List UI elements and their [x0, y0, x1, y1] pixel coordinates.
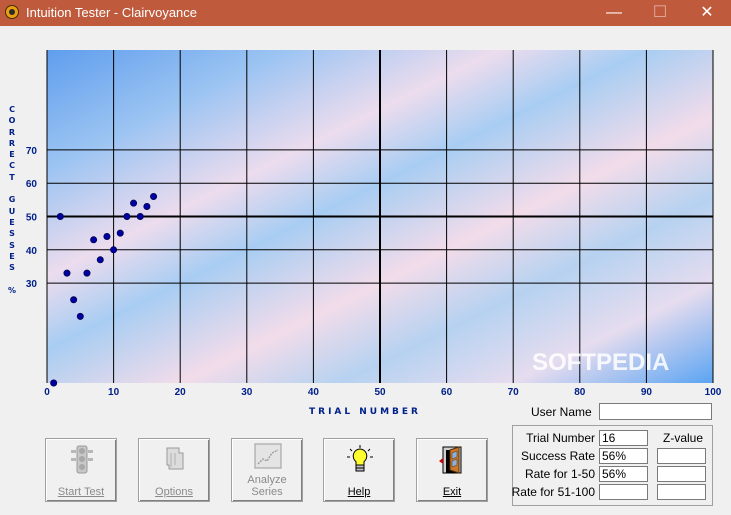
- minimize-button[interactable]: —: [591, 0, 637, 26]
- window-title: Intuition Tester - Clairvoyance: [26, 5, 198, 20]
- data-point: [90, 236, 98, 244]
- x-tick-label: 70: [508, 387, 520, 398]
- exit-label: Exit: [442, 486, 462, 498]
- z-value-header: Z-value: [663, 431, 704, 445]
- analyze-series-label: Analyze Series: [247, 474, 287, 498]
- data-point: [150, 193, 158, 201]
- data-point: [136, 213, 144, 221]
- data-point: [123, 213, 131, 221]
- watermark: SOFTPEDIA: [532, 349, 669, 376]
- lightbulb-icon: [347, 445, 373, 472]
- data-point: [76, 312, 84, 320]
- data-point: [83, 269, 91, 277]
- x-tick-label: 30: [241, 387, 253, 398]
- close-button[interactable]: ✕: [684, 0, 730, 26]
- y-tick-label: 70: [26, 146, 38, 157]
- rate-51-100-field: [599, 484, 648, 500]
- traffic-light-icon: [71, 445, 93, 474]
- trial-number-label: Trial Number: [526, 431, 595, 445]
- x-tick-label: 40: [308, 387, 320, 398]
- title-bar: Intuition Tester - Clairvoyance — ☐ ✕: [0, 0, 731, 26]
- x-tick-label: 100: [705, 387, 722, 398]
- success-rate-label: Success Rate: [520, 449, 595, 463]
- data-point: [56, 213, 64, 221]
- start-test-button[interactable]: Start Test: [45, 438, 117, 502]
- data-point: [103, 232, 111, 240]
- x-tick-label: 90: [641, 387, 653, 398]
- options-button[interactable]: Options: [138, 438, 210, 502]
- analyze-series-button[interactable]: Analyze Series: [231, 438, 303, 502]
- data-point: [70, 296, 78, 304]
- y-tick-label: 50: [26, 213, 38, 224]
- options-label: Options: [155, 486, 193, 498]
- exit-button[interactable]: Exit: [416, 438, 488, 502]
- data-point: [96, 256, 104, 264]
- x-tick-label: 20: [175, 387, 187, 398]
- x-tick-label: 10: [108, 387, 120, 398]
- y-tick-label: 60: [26, 179, 38, 190]
- user-name-label: User Name: [531, 405, 592, 419]
- trial-number-field: 16: [599, 430, 648, 446]
- user-name-input[interactable]: [599, 403, 712, 420]
- help-button[interactable]: Help: [323, 438, 395, 502]
- data-point: [110, 246, 118, 254]
- x-tick-label: 80: [574, 387, 586, 398]
- rate-1-50-field: 56%: [599, 466, 648, 482]
- start-test-label: Start Test: [57, 486, 105, 498]
- app-icon: [5, 5, 19, 19]
- data-point: [50, 379, 58, 387]
- door-exit-icon: [439, 446, 462, 474]
- data-point: [116, 229, 124, 237]
- rate-1-50-z-field: [657, 466, 706, 482]
- success-rate-field: 56%: [599, 448, 648, 464]
- help-label: Help: [347, 486, 371, 498]
- data-point: [143, 203, 151, 211]
- x-tick-label: 0: [44, 387, 50, 398]
- data-point: [63, 269, 71, 277]
- rate-51-100-label: Rate for 51-100: [511, 485, 595, 499]
- success-rate-z-field: [657, 448, 706, 464]
- x-tick-label: 60: [441, 387, 453, 398]
- graph-icon: [254, 443, 282, 469]
- y-tick-label: 30: [26, 279, 38, 290]
- maximize-button[interactable]: ☐: [637, 0, 683, 26]
- options-icon: [166, 447, 184, 470]
- data-point: [130, 199, 138, 207]
- y-tick-label: 40: [26, 246, 38, 257]
- rate-1-50-label: Rate for 1-50: [524, 467, 595, 481]
- x-tick-label: 50: [374, 387, 386, 398]
- results-chart: SOFTPEDIA 0 10 20 30 40 50 60 70 80 90 100 30 40 50 60…: [26, 50, 722, 417]
- rate-51-100-z-field: [657, 484, 706, 500]
- x-axis-label: TRIAL NUMBER: [309, 407, 421, 417]
